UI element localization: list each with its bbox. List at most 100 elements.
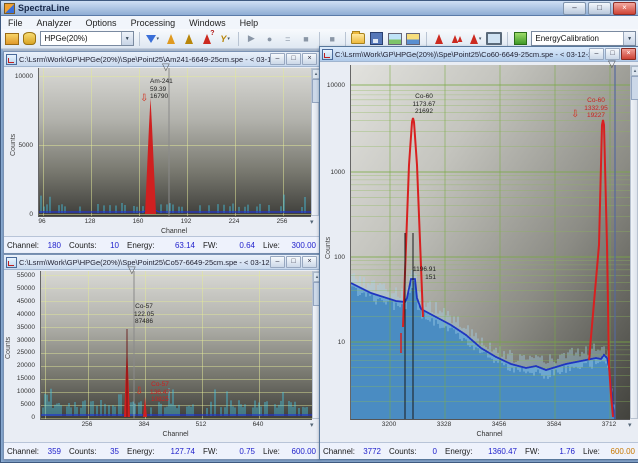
status-counts-label: Counts:	[389, 447, 417, 456]
status-live-label: Live:	[583, 447, 600, 456]
menu-processing[interactable]: Processing	[124, 18, 183, 28]
spectrum-view-icon[interactable]	[486, 31, 502, 46]
menu-options[interactable]: Options	[79, 18, 124, 28]
peak-marker-icon[interactable]	[432, 31, 447, 46]
child-minimize-button[interactable]: –	[270, 53, 285, 65]
menu-file[interactable]: File	[1, 18, 30, 28]
peak-search-icon[interactable]	[163, 31, 178, 46]
x-tick-label: 3456	[485, 421, 513, 428]
child-close-button[interactable]: ×	[302, 256, 317, 268]
x-tick-label: 96	[28, 218, 56, 225]
status-channel-value: 180	[48, 241, 61, 250]
child-titlebar[interactable]: C:\Lsrm\Work\GP\HPGe(20%)\Spe\Point25\Co…	[320, 47, 638, 62]
filter-icon[interactable]: ▾	[145, 31, 160, 46]
status-counts-label: Counts:	[69, 447, 97, 456]
menu-help[interactable]: Help	[233, 18, 266, 28]
calibration-icon[interactable]	[513, 31, 528, 46]
axis-corner-dropdown-icon[interactable]: ▾	[310, 421, 314, 429]
peak-annotation: Co-60 1173.67 21692	[404, 93, 444, 116]
y-axis: 1000050000	[4, 68, 36, 216]
status-energy-label: Energy:	[445, 447, 473, 456]
cursor-marker-icon[interactable]: ▽	[608, 60, 616, 70]
mca-mode-icon[interactable]: ■	[325, 31, 340, 46]
cursor-marker-icon[interactable]: ▽	[128, 266, 136, 276]
spectrum-plot[interactable]	[38, 68, 311, 217]
y-tick-label: 15000	[4, 375, 38, 382]
child-statusbar: Channel:359 Counts:35 Energy:127.74 FW:0…	[4, 442, 319, 459]
x-tick-label: 3712	[595, 421, 623, 428]
spectrum-curve	[39, 68, 311, 216]
main-titlebar[interactable]: SpectraLine – □ ×	[1, 1, 638, 16]
open-spectrum-icon[interactable]	[351, 31, 366, 46]
copy-image-icon[interactable]	[387, 31, 402, 46]
child-close-button[interactable]: ×	[621, 48, 636, 60]
efficiency-icon[interactable]: Y▾	[218, 31, 233, 46]
x-tick-label: 3584	[540, 421, 568, 428]
acquire-start-icon[interactable]: ▶	[244, 31, 259, 46]
status-counts-value: 35	[110, 447, 119, 456]
calibration-select-dropdown-icon[interactable]: ▼	[623, 32, 635, 45]
menu-windows[interactable]: Windows	[182, 18, 233, 28]
y-tick-label: 20000	[4, 362, 38, 369]
detector-select[interactable]: HPGe(20%) ▼	[40, 31, 133, 46]
x-axis: 96128160192224256	[38, 218, 310, 228]
peak-arrow-icon: ⇩	[571, 110, 579, 120]
x-axis: 32003328345635843712	[350, 421, 629, 431]
minimize-button[interactable]: –	[563, 2, 586, 15]
menu-analyzer[interactable]: Analyzer	[30, 18, 79, 28]
child-minimize-button[interactable]: –	[270, 256, 285, 268]
cursor-marker-icon[interactable]: ▽	[162, 63, 170, 73]
app-icon	[4, 3, 15, 14]
scroll-up-icon[interactable]: ▴	[631, 66, 638, 76]
acquire-record-icon[interactable]: ●	[262, 31, 277, 46]
child-title: C:\Lsrm\Work\GP\HPGe(20%)\Spe\Point25\Am…	[19, 55, 270, 64]
x-tick-label: 256	[73, 421, 101, 428]
status-fw-label: FW:	[203, 241, 218, 250]
status-energy-value: 63.14	[175, 241, 195, 250]
acquire-pause-icon[interactable]: =	[280, 31, 295, 46]
axis-corner-dropdown-icon[interactable]: ▾	[310, 218, 314, 226]
y-tick-label: 10000	[4, 388, 38, 395]
peak-delete-icon[interactable]: ▾	[468, 31, 483, 46]
plot-vscrollbar[interactable]: ▴	[311, 68, 319, 216]
detector-config-icon[interactable]	[4, 31, 19, 46]
close-button[interactable]: ×	[613, 2, 636, 15]
status-live-value: 600.00	[611, 447, 635, 456]
status-energy-label: Energy:	[127, 447, 155, 456]
maximize-button[interactable]: □	[588, 2, 611, 15]
child-close-button[interactable]: ×	[302, 53, 317, 65]
detector-select-dropdown-icon[interactable]: ▼	[121, 32, 133, 45]
child-maximize-button[interactable]: □	[286, 53, 301, 65]
calibration-select[interactable]: EnergyCalibration ▼	[531, 31, 636, 46]
status-counts-label: Counts:	[69, 241, 97, 250]
status-fw-value: 1.76	[559, 447, 575, 456]
y-tick-label: 10000	[4, 73, 36, 80]
child-maximize-button[interactable]: □	[286, 256, 301, 268]
child-statusbar: Channel:3772 Counts:0 Energy:1360.47 FW:…	[320, 442, 638, 459]
peak-arrow-icon: ⇩	[140, 94, 148, 104]
status-counts-value: 10	[110, 241, 119, 250]
peak-identify-icon[interactable]: ?	[199, 31, 214, 46]
plot-vscrollbar[interactable]: ▴	[630, 65, 638, 419]
status-fw-label: FW:	[525, 447, 540, 456]
multiplet-icon[interactable]	[450, 31, 465, 46]
child-minimize-button[interactable]: –	[589, 48, 604, 60]
cursor-annotation: 1196.91 151	[408, 266, 436, 281]
acquire-stop-icon[interactable]: ■	[298, 31, 313, 46]
y-tick-label: 5000	[4, 401, 38, 408]
x-axis: 256384512640	[40, 421, 311, 431]
axis-corner-dropdown-icon[interactable]: ▾	[628, 421, 632, 429]
status-channel-label: Channel:	[7, 447, 39, 456]
x-tick-label: 384	[130, 421, 158, 428]
peak-fit-icon[interactable]	[181, 31, 196, 46]
save-spectrum-icon[interactable]	[369, 31, 384, 46]
x-tick-label: 512	[187, 421, 215, 428]
child-title: C:\Lsrm\Work\GP\HPGe(20%)\Spe\Point25\Co…	[19, 258, 270, 267]
spectrum-database-icon[interactable]	[22, 31, 37, 46]
x-tick-label: 160	[124, 218, 152, 225]
status-live-label: Live:	[263, 447, 280, 456]
child-titlebar[interactable]: C:\Lsrm\Work\GP\HPGe(20%)\Spe\Point25\Co…	[4, 255, 319, 270]
export-image-icon[interactable]	[405, 31, 420, 46]
y-tick-label: 10000	[320, 82, 348, 89]
scroll-thumb[interactable]	[631, 76, 638, 100]
